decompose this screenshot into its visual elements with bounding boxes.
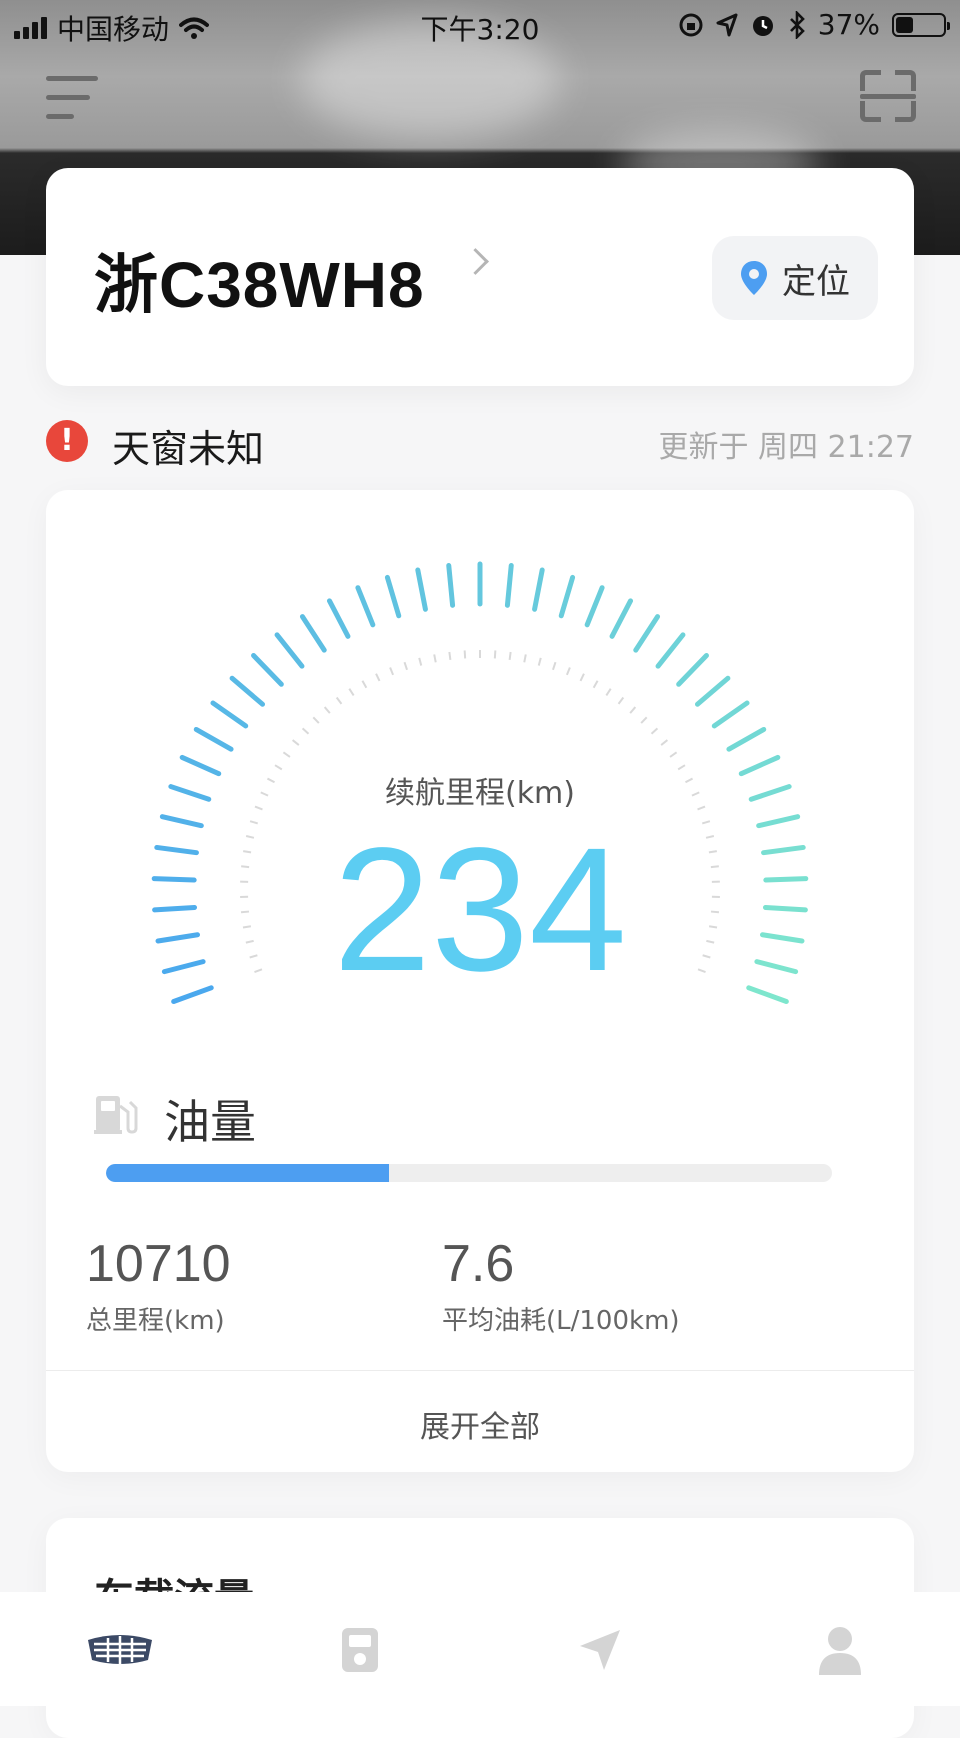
gauge-minor-tick: [325, 707, 330, 713]
gauge-tick: [729, 729, 764, 749]
location-arrow-icon: [716, 13, 738, 37]
fuel-level-bar: [106, 1164, 832, 1182]
status-bar-right: 37%: [678, 8, 946, 41]
gauge-tick: [636, 617, 658, 651]
tab-fuel[interactable]: [320, 1620, 400, 1680]
gauge-tick: [449, 566, 453, 606]
alarm-icon: [750, 12, 776, 38]
gauge-tick: [213, 703, 246, 726]
scan-icon[interactable]: [860, 70, 916, 122]
gauge-minor-tick: [567, 667, 570, 674]
fuel-level-fill: [106, 1164, 389, 1182]
odometer-value: 10710: [86, 1234, 231, 1294]
gauge-minor-tick: [510, 652, 511, 660]
tab-profile[interactable]: [800, 1620, 880, 1680]
fuel-label: 油量: [164, 1086, 256, 1152]
gauge-minor-tick: [349, 689, 353, 696]
vehicle-card: 浙C38WH8 定位: [46, 168, 914, 386]
gauge-minor-tick: [449, 652, 450, 660]
update-time: 更新于 周四 21:27: [658, 422, 914, 466]
menu-icon[interactable]: [46, 76, 104, 120]
gauge-tick: [612, 601, 630, 636]
gauge-minor-tick: [524, 654, 526, 662]
warning-icon: !: [46, 420, 88, 462]
gauge-tick: [232, 678, 262, 704]
gauge-tick: [679, 655, 707, 684]
gauge-minor-tick: [293, 740, 299, 745]
fuel-consumption-stat: 7.6 平均油耗(L/100km): [442, 1234, 680, 1337]
bluetooth-icon: [788, 11, 806, 39]
gauge-tick: [418, 570, 426, 609]
vehicle-status-card: 续航里程(km) 234 油量 10710 总里程(km) 7.6 平均油耗(L…: [46, 490, 914, 1472]
license-plate[interactable]: 浙C38WH8: [94, 234, 425, 326]
gauge-minor-tick: [619, 697, 624, 703]
gauge-minor-tick: [661, 740, 667, 745]
range-value: 234: [46, 820, 914, 1000]
fuel-consumption-value: 7.6: [442, 1234, 680, 1294]
gauge-minor-tick: [539, 658, 541, 666]
odometer-stat: 10710 总里程(km): [86, 1234, 231, 1337]
gauge-minor-tick: [376, 674, 379, 681]
navigation-icon: [576, 1626, 624, 1674]
tab-home[interactable]: [80, 1620, 160, 1680]
gauge-tick: [507, 566, 511, 606]
gauge-tick: [254, 655, 282, 684]
gauge-tick: [561, 577, 572, 615]
chevron-right-icon[interactable]: [462, 248, 489, 275]
gauge-minor-tick: [390, 667, 393, 674]
locate-label: 定位: [782, 254, 850, 303]
fuel-consumption-label: 平均油耗(L/100km): [442, 1300, 680, 1337]
battery-level: [896, 17, 913, 33]
gauge-minor-tick: [434, 654, 436, 662]
rotation-lock-icon: [678, 12, 704, 38]
gauge-minor-tick: [652, 728, 658, 733]
gauge-tick: [358, 588, 373, 625]
gauge-minor-tick: [670, 752, 677, 757]
divider: [46, 1370, 914, 1371]
gauge-tick: [697, 678, 727, 704]
gauge-minor-tick: [337, 697, 342, 703]
gauge-minor-tick: [580, 674, 583, 681]
gauge-minor-tick: [465, 650, 466, 658]
gauge-minor-tick: [313, 717, 319, 723]
gauge-minor-tick: [594, 681, 598, 688]
gauge-minor-tick: [495, 650, 496, 658]
gauge-tick: [714, 703, 747, 726]
range-label: 续航里程(km): [46, 768, 914, 812]
gauge-minor-tick: [630, 707, 635, 713]
map-pin-icon: [740, 260, 768, 296]
gauge-minor-tick: [606, 689, 610, 696]
gauge-tick: [658, 635, 683, 666]
tab-navigation[interactable]: [560, 1620, 640, 1680]
car-logo-icon: [84, 1632, 156, 1668]
status-bar: 中国移动 下午3:20 37%: [0, 0, 960, 48]
gauge-minor-tick: [641, 717, 647, 723]
gauge-minor-tick: [303, 728, 309, 733]
battery-percent: 37%: [818, 8, 880, 41]
gauge-minor-tick: [283, 752, 290, 757]
gauge-tick: [387, 577, 398, 615]
gauge-minor-tick: [405, 662, 408, 670]
gauge-tick: [196, 729, 231, 749]
bottom-tab-bar: [0, 1592, 960, 1706]
expand-all-button[interactable]: 展开全部: [46, 1402, 914, 1446]
gauge-minor-tick: [419, 658, 421, 666]
odometer-label: 总里程(km): [86, 1300, 231, 1337]
fuel-pump-icon: [92, 1090, 140, 1138]
fuel-station-icon: [340, 1626, 380, 1674]
gauge-tick: [302, 617, 324, 651]
person-icon: [817, 1625, 863, 1675]
battery-icon: [892, 13, 946, 37]
gauge-tick: [535, 570, 543, 609]
gauge-tick: [329, 601, 347, 636]
alert-row: ! 天窗未知 更新于 周四 21:27: [46, 418, 914, 464]
locate-button[interactable]: 定位: [712, 236, 878, 320]
gauge-tick: [587, 588, 602, 625]
gauge-minor-tick: [553, 662, 556, 670]
gauge-tick: [277, 635, 302, 666]
alert-text: 天窗未知: [112, 418, 264, 473]
gauge-minor-tick: [362, 681, 366, 688]
